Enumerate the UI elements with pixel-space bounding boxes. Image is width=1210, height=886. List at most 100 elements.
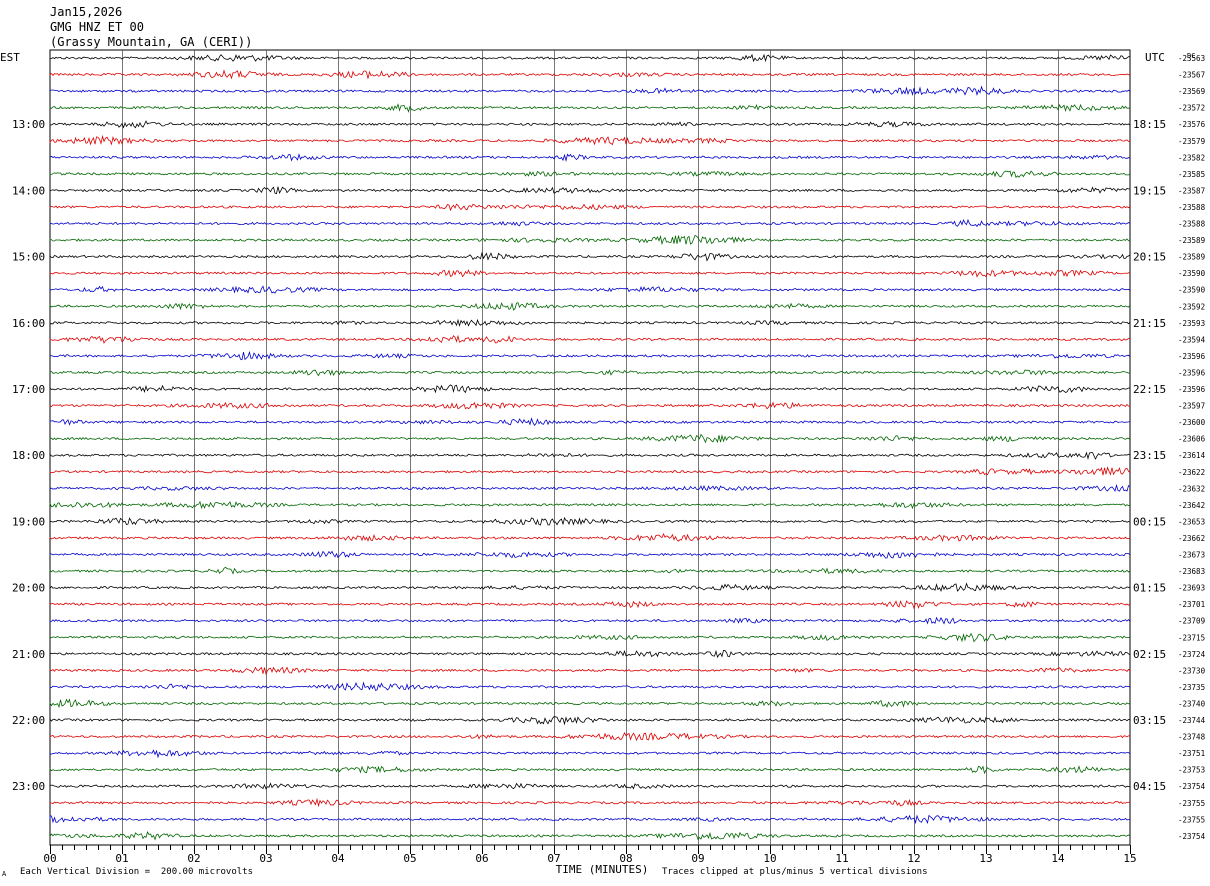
- plot-grid: [49, 49, 1131, 854]
- seismic-trace: [49, 681, 1131, 691]
- seismic-trace: [49, 369, 1131, 377]
- x-tick-label: 11: [835, 852, 848, 865]
- seismic-trace: [49, 666, 1131, 676]
- seismic-trace: [49, 170, 1131, 179]
- seismic-trace: [49, 466, 1131, 476]
- dc-offset-label: -23569: [1178, 87, 1205, 96]
- hour-label-est: 15:00: [12, 251, 45, 264]
- x-tick-label: 03: [259, 852, 272, 865]
- hour-label-utc: 22:15: [1133, 383, 1166, 396]
- dc-offset-label: -23585: [1178, 170, 1205, 179]
- seismic-trace: [49, 350, 1131, 361]
- seismic-trace: [49, 186, 1131, 195]
- seismic-trace: [49, 451, 1131, 461]
- dc-offset-label: -23709: [1178, 617, 1205, 626]
- x-tick-label: 04: [331, 852, 345, 865]
- dc-offset-label: -23579: [1178, 137, 1205, 146]
- seismic-trace: [49, 251, 1131, 262]
- seismic-trace: [49, 516, 1131, 526]
- seismic-trace: [49, 401, 1131, 410]
- dc-offset-label: -23735: [1178, 683, 1205, 692]
- dc-offset-label: -23589: [1178, 236, 1205, 245]
- seismic-trace: [49, 134, 1131, 146]
- plot-frame: [49, 49, 1131, 846]
- dc-offset-label: -23572: [1178, 104, 1205, 113]
- corner-mark: A: [2, 870, 7, 878]
- seismic-trace: [49, 120, 1131, 129]
- hour-label-est: 22:00: [12, 714, 45, 727]
- hour-label-est: 20:00: [12, 582, 45, 595]
- seismic-trace: [49, 417, 1131, 427]
- x-tick-label: 01: [115, 852, 128, 865]
- dc-offset-label: -23754: [1178, 832, 1206, 841]
- seismic-trace: [49, 814, 1130, 825]
- seismic-trace: [49, 103, 1131, 113]
- hour-label-utc: 19:15: [1133, 184, 1166, 197]
- dc-offset-label: -23589: [1178, 253, 1205, 262]
- dc-offset-label: -23730: [1178, 666, 1206, 675]
- dc-offset-label: -23693: [1178, 584, 1205, 593]
- seismic-trace: [49, 765, 1131, 775]
- seismic-trace: [49, 533, 1131, 543]
- dc-offset-label: -23590: [1178, 286, 1206, 295]
- x-tick-label: 09: [691, 852, 704, 865]
- hour-label-utc: 04:15: [1133, 780, 1166, 793]
- dc-offset-label: -23751: [1178, 749, 1205, 758]
- seismic-trace: [49, 483, 1131, 492]
- x-tick-label: 05: [403, 852, 416, 865]
- seismic-trace: [49, 384, 1130, 394]
- seismic-trace: [49, 203, 1131, 212]
- seismic-trace: [49, 600, 1131, 610]
- dc-offset-label: -23673: [1178, 551, 1205, 560]
- hour-label-est: 21:00: [12, 648, 45, 661]
- dc-offset-label: -23653: [1178, 517, 1205, 526]
- dc-offset-label: -23587: [1178, 186, 1205, 195]
- seismic-trace: [49, 831, 1131, 841]
- seismic-trace: [49, 649, 1131, 659]
- dc-offset-label: -23588: [1178, 203, 1206, 212]
- hour-label-est: 13:00: [12, 118, 45, 131]
- seismic-trace: [49, 797, 1131, 808]
- seismic-trace: [49, 318, 1131, 328]
- hour-label-utc: 20:15: [1133, 251, 1166, 264]
- seismic-trace: [49, 550, 1131, 559]
- seismic-trace: [49, 582, 1131, 593]
- dc-offset-label: -23567: [1178, 71, 1205, 80]
- dc-offset-label: -23662: [1178, 534, 1205, 543]
- dc-offset-label: -23753: [1178, 766, 1205, 775]
- seismic-trace: [49, 301, 1131, 311]
- seismic-trace: [49, 218, 1131, 228]
- hour-label-utc: 18:15: [1133, 118, 1166, 131]
- dc-offset-label: -23724: [1178, 650, 1206, 659]
- hour-label-utc: 23:15: [1133, 449, 1166, 462]
- dc-offset-label: -23593: [1178, 319, 1205, 328]
- left-axis-label: EST: [0, 51, 20, 64]
- dc-offset-label: -23744: [1178, 716, 1206, 725]
- seismic-trace: [49, 334, 1131, 344]
- seismic-trace: [49, 285, 1131, 294]
- hour-label-est: 17:00: [12, 383, 45, 396]
- dc-offset-label: -23590: [1178, 269, 1206, 278]
- dc-offset-label: -23582: [1178, 153, 1205, 162]
- hour-label-utc: 01:15: [1133, 582, 1166, 595]
- dc-offset-label: -23563: [1178, 54, 1205, 63]
- dc-offset-label: -23748: [1178, 733, 1206, 742]
- dc-offset-label: -23715: [1178, 633, 1205, 642]
- hour-label-est: 18:00: [12, 449, 45, 462]
- dc-offset-label: -23592: [1178, 302, 1205, 311]
- hour-label-est: 19:00: [12, 515, 45, 528]
- dc-offset-label: -23596: [1178, 352, 1206, 361]
- seismic-trace: [49, 782, 1131, 790]
- seismogram-plot: 00 01 02 03 04 05 06 07 08 09 10 11 12 13 14 15TIME (MI…: [0, 49, 1206, 876]
- seismic-trace: [49, 433, 1131, 444]
- dc-offset-label: -23683: [1178, 567, 1205, 576]
- hour-label-utc: 00:15: [1133, 515, 1166, 528]
- trace-group: [49, 53, 1131, 841]
- dc-offset-label: -23754: [1178, 782, 1206, 791]
- scale-note: Each Vertical Division = 200.00 microvol…: [20, 867, 253, 877]
- seismic-trace: [49, 269, 1131, 278]
- dc-offset-label: -23701: [1178, 600, 1205, 609]
- dc-offset-label: -23576: [1178, 120, 1206, 129]
- seismic-trace: [49, 500, 1131, 510]
- hour-label-utc: 21:15: [1133, 317, 1166, 330]
